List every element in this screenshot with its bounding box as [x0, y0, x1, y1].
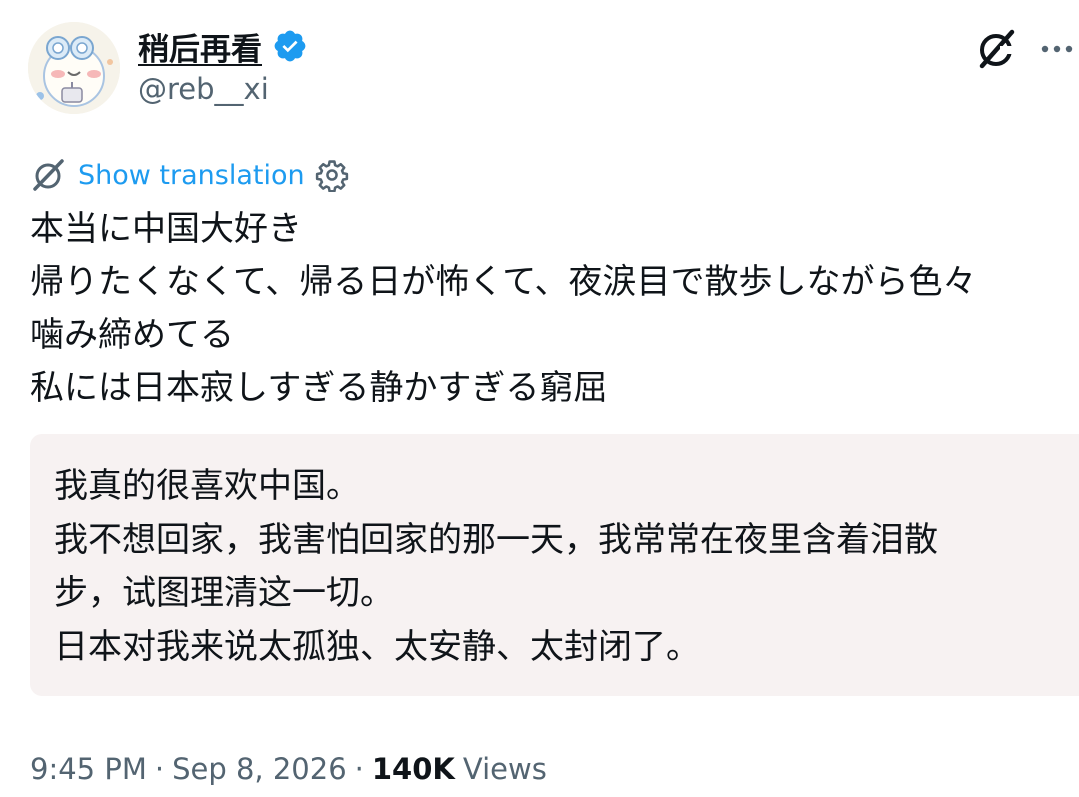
tweet-text-line: 私には日本寂しすぎる静かすぎる窮屈 — [30, 368, 608, 408]
tweet-text-line: 帰りたくなくて、帰る日が怖くて、夜涙目で散歩しながら色々 — [30, 262, 977, 302]
tweet-text-line: 本当に中国大好き — [30, 209, 302, 249]
grok-icon[interactable] — [974, 26, 1020, 72]
avatar-illustration — [28, 22, 120, 114]
avatar[interactable] — [28, 22, 120, 114]
tweet-date[interactable]: Sep 8, 2026 — [172, 752, 347, 786]
translated-text-line: 我真的很喜欢中国。 — [54, 466, 360, 506]
tweet-time[interactable]: 9:45 PM — [30, 752, 147, 786]
translated-text-line: 日本对我来说太孤独、太安静、太封闭了。 — [54, 626, 700, 667]
grok-translate-icon — [30, 156, 68, 194]
author-display-name[interactable]: 稍后再看 — [138, 24, 262, 69]
translation-row: Show translation — [30, 154, 349, 196]
translated-text: 我真的很喜欢中国。 我不想回家，我害怕回家的那一天，我常常在夜里含着泪散 步，试… — [54, 460, 938, 674]
tweet-text-line: 噛み締めてる — [30, 315, 234, 355]
tweet-text: 本当に中国大好き 帰りたくなくて、帰る日が怖くて、夜涙目で散歩しながら色々 噛み… — [30, 203, 1075, 415]
views-label: Views — [462, 752, 547, 786]
gear-icon[interactable] — [315, 158, 349, 193]
views-count: 140K — [371, 752, 455, 786]
tweet: 稍后再看 @reb__xi Show translation 本当に中国大好き … — [0, 0, 1079, 797]
meta-separator: · — [354, 752, 364, 786]
translation-box: 我真的很喜欢中国。 我不想回家，我害怕回家的那一天，我常常在夜里含着泪散 步，试… — [30, 434, 1079, 696]
meta-separator: · — [154, 752, 165, 786]
author-handle[interactable]: @reb__xi — [138, 72, 269, 106]
translated-text-line: 我不想回家，我害怕回家的那一天，我常常在夜里含着泪散 — [54, 519, 938, 560]
show-translation-link[interactable]: Show translation — [78, 160, 305, 191]
author-name-row: 稍后再看 — [138, 24, 308, 68]
more-icon[interactable] — [1036, 28, 1078, 70]
translated-text-line: 步，试图理清这一切。 — [54, 573, 394, 613]
verified-badge-icon — [272, 28, 308, 64]
tweet-meta: 9:45 PM · Sep 8, 2026 · 140K Views — [30, 752, 547, 786]
